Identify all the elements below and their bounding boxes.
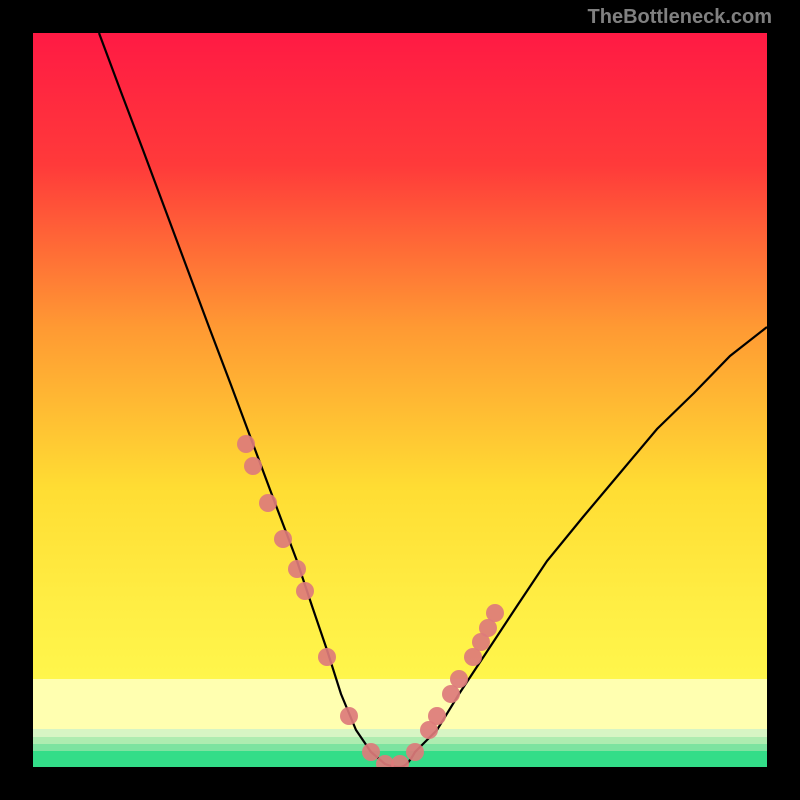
band-lightgreen2 <box>33 737 767 744</box>
watermark-text: TheBottleneck.com <box>588 6 772 29</box>
band-pale <box>33 679 767 729</box>
plot-area <box>33 33 767 767</box>
band-lightgreen1 <box>33 744 767 751</box>
band-lightgreen3 <box>33 729 767 737</box>
chart-svg <box>33 33 767 767</box>
gradient-bg <box>33 33 767 767</box>
chart-container: TheBottleneck.com <box>0 0 800 800</box>
